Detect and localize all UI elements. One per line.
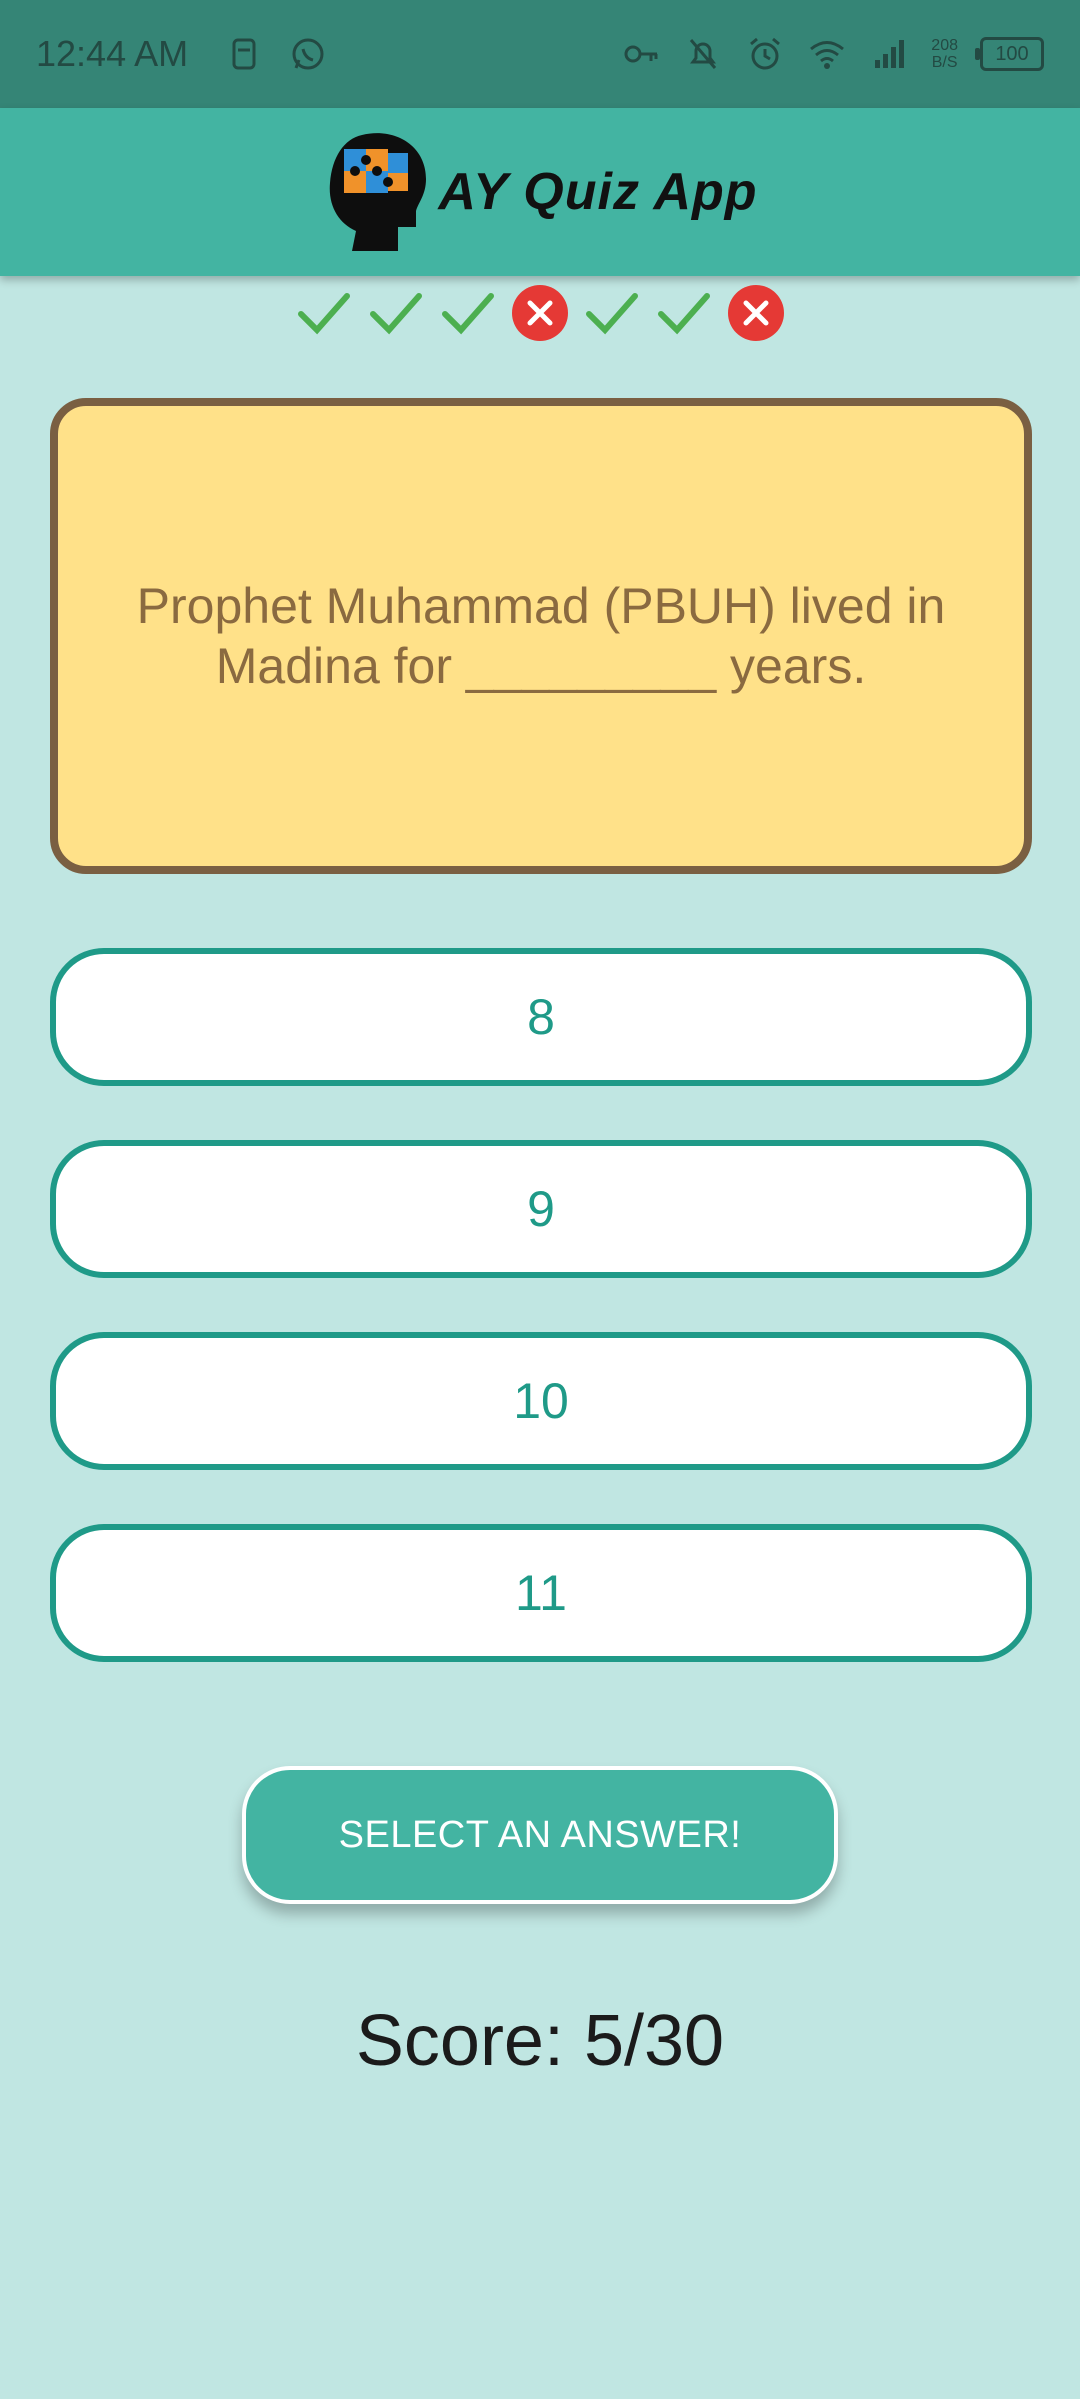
signal-icon [875, 40, 905, 68]
status-bar: 12:44 AM 208 B/S 100 [0, 0, 1080, 108]
app-bar: AY Quiz App [0, 108, 1080, 276]
network-speed-value: 208 [931, 37, 958, 54]
option-button-3[interactable]: 10 [50, 1332, 1032, 1470]
select-answer-button[interactable]: SELECT AN ANSWER! [242, 1766, 838, 1904]
vpn-key-icon [624, 45, 658, 63]
wifi-icon [810, 41, 845, 69]
wrong-cross-icon [728, 285, 784, 341]
question-card: Prophet Muhammad (PBUH) lived in Madina … [50, 398, 1032, 874]
wrong-cross-icon [512, 285, 568, 341]
status-notification-icons [224, 34, 328, 74]
option-button-4[interactable]: 11 [50, 1524, 1032, 1662]
correct-check-icon [442, 293, 494, 335]
correct-check-icon [658, 293, 710, 335]
sim-icon [232, 38, 256, 70]
alarm-icon [750, 37, 781, 70]
status-system-icons: 208 B/S 100 [621, 34, 1044, 74]
correct-check-icon [370, 293, 422, 335]
correct-check-icon [298, 293, 350, 335]
network-speed-unit: B/S [931, 54, 958, 71]
network-speed: 208 B/S [931, 37, 958, 71]
answer-history [0, 280, 1080, 346]
option-button-1[interactable]: 8 [50, 948, 1032, 1086]
score-text: Score: 5/30 [355, 2001, 725, 2081]
mute-bell-icon [690, 39, 717, 69]
option-button-2[interactable]: 9 [50, 1140, 1032, 1278]
whatsapp-icon [292, 38, 324, 70]
app-title: AY Quiz App [438, 163, 758, 221]
status-time: 12:44 AM [36, 33, 189, 74]
battery-icon: 100 [975, 37, 1044, 71]
question-text: Prophet Muhammad (PBUH) lived in Madina … [136, 578, 946, 694]
correct-check-icon [586, 293, 638, 335]
head-puzzle-logo-icon [330, 133, 427, 251]
